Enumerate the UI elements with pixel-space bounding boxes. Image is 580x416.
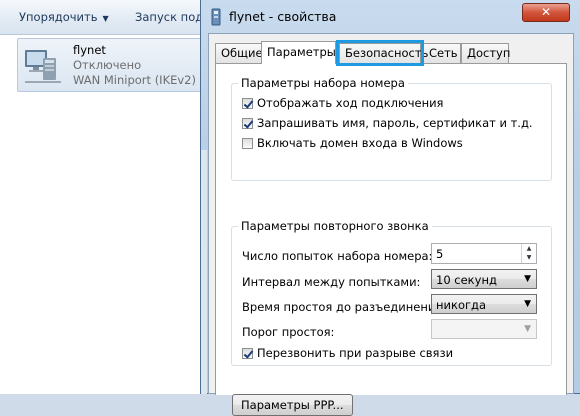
close-button[interactable]: ✕ — [522, 3, 570, 22]
idle-timeout-value: никогда — [436, 298, 487, 312]
connection-name: flynet — [73, 43, 106, 57]
show-progress-label: Отображать ход подключения — [257, 96, 444, 110]
include-domain-label: Включать домен входа в Windows — [257, 136, 463, 150]
dialog-left-edge — [201, 150, 207, 394]
tab-sharing[interactable]: Доступ — [461, 43, 510, 63]
launch-label: Запуск подк — [135, 10, 211, 24]
redial-interval-select[interactable]: 10 секунд ▼ — [431, 269, 537, 289]
window-icon — [211, 8, 221, 26]
idle-timeout-select[interactable]: никогда ▼ — [431, 294, 537, 314]
redial-on-disconnect-label: Перезвонить при разрыве связи — [257, 346, 454, 360]
checkbox-checked-icon — [242, 348, 253, 359]
dial-options-legend: Параметры набора номера — [238, 76, 408, 90]
connection-device: WAN Miniport (IKEv2) — [73, 73, 196, 87]
checkbox-unchecked-icon — [242, 138, 253, 149]
connection-item-flynet[interactable]: flynet Отключено WAN Miniport (IKEv2) — [17, 38, 215, 92]
prompt-credentials-checkbox[interactable]: Запрашивать имя, пароль, сертификат и т.… — [242, 116, 533, 130]
redial-attempts-spinner[interactable]: 5 ▲ ▼ — [431, 243, 537, 264]
options-tab-panel: Параметры набора номера Отображать ход п… — [215, 63, 567, 416]
launch-connection-button[interactable]: Запуск подк — [135, 10, 210, 24]
dropdown-arrow-icon: ▼ — [524, 324, 531, 334]
redial-options-legend: Параметры повторного звонка — [238, 219, 432, 233]
organize-label: Упорядочить — [19, 10, 98, 24]
checkbox-checked-icon — [242, 98, 253, 109]
idle-threshold-label: Порог простоя: — [242, 325, 335, 339]
redial-attempts-label: Число попыток набора номера: — [242, 249, 433, 263]
idle-threshold-select[interactable]: ▼ — [431, 319, 537, 339]
dialog-title: flynet - свойства — [229, 9, 337, 24]
connection-text: flynet Отключено WAN Miniport (IKEv2) — [73, 43, 196, 88]
ppp-settings-button[interactable]: Параметры PPP... — [232, 394, 353, 416]
prompt-credentials-label: Запрашивать имя, пароль, сертификат и т.… — [257, 116, 533, 130]
tab-security[interactable]: Безопасность — [336, 40, 428, 66]
redial-on-disconnect-checkbox[interactable]: Перезвонить при разрыве связи — [242, 346, 453, 360]
spin-arrows-icon[interactable]: ▲ ▼ — [521, 244, 536, 263]
chevron-down-icon: ▼ — [102, 14, 109, 23]
include-domain-checkbox[interactable]: Включать домен входа в Windows — [242, 136, 463, 150]
redial-options-group: Параметры повторного звонка Число попыто… — [231, 219, 552, 366]
dial-options-group: Параметры набора номера Отображать ход п… — [231, 76, 552, 181]
close-icon: ✕ — [540, 5, 552, 19]
network-connection-icon — [25, 50, 61, 83]
spin-down-icon[interactable]: ▼ — [522, 253, 536, 262]
checkbox-checked-icon — [242, 118, 253, 129]
organize-button[interactable]: Упорядочить ▼ — [19, 10, 109, 24]
connection-status: Отключено — [73, 58, 142, 72]
properties-dialog: flynet - свойства ✕ Общие Параметры Безо… — [200, 0, 580, 416]
idle-timeout-label: Время простоя до разъединения: — [242, 300, 447, 314]
redial-attempts-value: 5 — [436, 247, 444, 261]
tab-network[interactable]: Сеть — [423, 43, 461, 63]
dropdown-arrow-icon: ▼ — [524, 299, 531, 309]
dropdown-arrow-icon: ▼ — [524, 274, 531, 284]
dialog-client-area: Общие Параметры Безопасность Сеть Доступ… — [208, 33, 574, 416]
redial-interval-value: 10 секунд — [436, 273, 497, 287]
redial-interval-label: Интервал между попытками: — [242, 275, 421, 289]
spin-up-icon[interactable]: ▲ — [522, 244, 536, 253]
tab-options[interactable]: Параметры — [261, 41, 336, 64]
tab-general[interactable]: Общие — [215, 43, 263, 63]
show-progress-checkbox[interactable]: Отображать ход подключения — [242, 96, 443, 110]
